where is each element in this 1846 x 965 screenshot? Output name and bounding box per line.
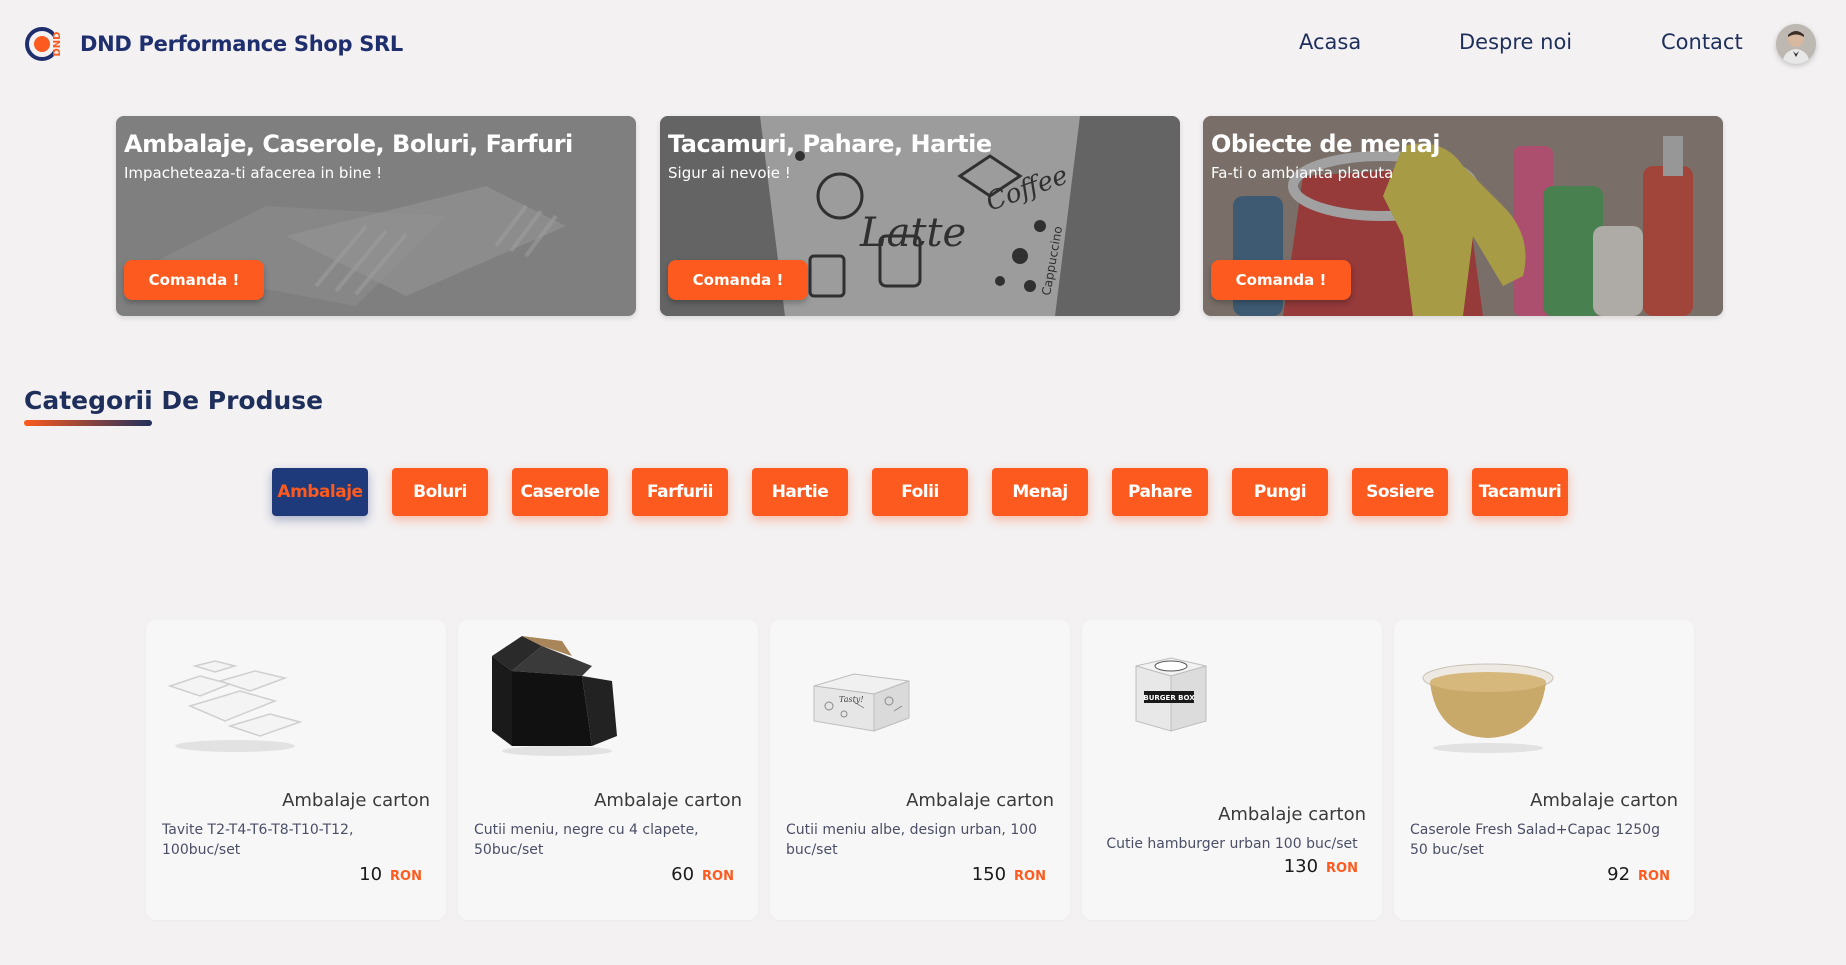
product-description: Caserole Fresh Salad+Capac 1250g 50 buc/… [1410, 822, 1660, 858]
banner-title: Tacamuri, Pahare, Hartie [668, 130, 992, 158]
category-ambalaje[interactable]: Ambalaje [272, 468, 368, 516]
banner-packaging: Ambalaje, Caserole, Boluri, Farfuri Impa… [116, 116, 636, 316]
banner-subtitle: Sigur ai nevoie ! [668, 164, 791, 182]
header: DND DND Performance Shop SRL Acasa Despr… [0, 0, 1846, 90]
price-currency: RON [390, 869, 422, 884]
category-caserole[interactable]: Caserole [512, 468, 608, 516]
product-description: Cutii meniu, negre cu 4 clapete, 50buc/s… [474, 822, 699, 858]
svg-text:Tasty!: Tasty! [839, 695, 864, 704]
order-button[interactable]: Comanda ! [124, 260, 264, 300]
logo-icon: DND [24, 22, 68, 66]
product-description: Tavite T2-T4-T6-T8-T10-T12, 100buc/set [162, 822, 354, 858]
price-currency: RON [1638, 869, 1670, 884]
product-card[interactable]: Ambalaje carton Tavite T2-T4-T6-T8-T10-T… [146, 620, 446, 920]
category-folii[interactable]: Folii [872, 468, 968, 516]
price-amount: 150 [971, 864, 1007, 885]
product-category: Ambalaje carton [282, 790, 430, 811]
order-button[interactable]: Comanda ! [668, 260, 808, 300]
price-currency: RON [702, 869, 734, 884]
product-description: Cutie hamburger urban 100 buc/set [1106, 836, 1358, 852]
section-underline [24, 420, 152, 426]
user-avatar-icon [1776, 24, 1816, 64]
category-menaj[interactable]: Menaj [992, 468, 1088, 516]
category-farfurii[interactable]: Farfurii [632, 468, 728, 516]
nav-about[interactable]: Despre noi [1459, 30, 1572, 60]
tray-product-image-icon [167, 660, 303, 752]
product-price: 150 RON [972, 864, 1046, 885]
banner-cutlery: Latte Coffee Cappuccino Tacamuri, Pahare… [660, 116, 1180, 316]
salad-bowl-product-image-icon [1422, 663, 1554, 753]
product-price: 60 RON [671, 864, 734, 885]
category-pahare[interactable]: Pahare [1112, 468, 1208, 516]
product-card[interactable]: Ambalaje carton Caserole Fresh Salad+Cap… [1394, 620, 1694, 920]
price-amount: 60 [671, 864, 695, 885]
price-currency: RON [1326, 861, 1358, 876]
product-description: Cutii meniu albe, design urban, 100 buc/… [786, 822, 1038, 858]
black-box-product-image-icon [492, 636, 617, 756]
nav-contact[interactable]: Contact [1661, 30, 1743, 60]
price-amount: 130 [1283, 856, 1319, 877]
product-price: 10 RON [359, 864, 422, 885]
avatar[interactable] [1776, 24, 1816, 64]
category-hartie[interactable]: Hartie [752, 468, 848, 516]
product-card[interactable]: BURGER BOX Ambalaje carton Cutie hamburg… [1082, 620, 1382, 920]
section-title: Categorii De Produse [24, 386, 324, 415]
category-boluri[interactable]: Boluri [392, 468, 488, 516]
svg-text:DND: DND [52, 32, 63, 57]
category-pungi[interactable]: Pungi [1232, 468, 1328, 516]
order-button[interactable]: Comanda ! [1211, 260, 1351, 300]
banner-title: Ambalaje, Caserole, Boluri, Farfuri [124, 130, 573, 158]
logo[interactable]: DND DND Performance Shop SRL [24, 22, 403, 66]
brand-name: DND Performance Shop SRL [80, 32, 403, 56]
product-card[interactable]: Ambalaje carton Cutii meniu, negre cu 4 … [458, 620, 758, 920]
svg-text:BURGER BOX: BURGER BOX [1143, 694, 1195, 702]
category-sosiere[interactable]: Sosiere [1352, 468, 1448, 516]
product-category: Ambalaje carton [1530, 790, 1678, 811]
banner-subtitle: Impacheteaza-ti afacerea in bine ! [124, 164, 383, 182]
banner-title: Obiecte de menaj [1211, 130, 1441, 158]
nav-home[interactable]: Acasa [1299, 30, 1361, 60]
product-card[interactable]: Tasty! Ambalaje carton Cutii meniu albe,… [770, 620, 1070, 920]
burger-box-product-image-icon: BURGER BOX [1135, 657, 1207, 732]
urban-box-product-image-icon: Tasty! [813, 673, 910, 732]
product-category: Ambalaje carton [594, 790, 742, 811]
product-price: 92 RON [1607, 864, 1670, 885]
category-tacamuri[interactable]: Tacamuri [1472, 468, 1568, 516]
price-amount: 92 [1607, 864, 1631, 885]
product-category: Ambalaje carton [906, 790, 1054, 811]
banner-household: Obiecte de menaj Fa-ti o ambianta placut… [1203, 116, 1723, 316]
banner-subtitle: Fa-ti o ambianta placuta [1211, 164, 1394, 182]
product-price: 130 RON [1284, 856, 1358, 877]
price-currency: RON [1014, 869, 1046, 884]
product-category: Ambalaje carton [1218, 804, 1366, 825]
price-amount: 10 [359, 864, 383, 885]
